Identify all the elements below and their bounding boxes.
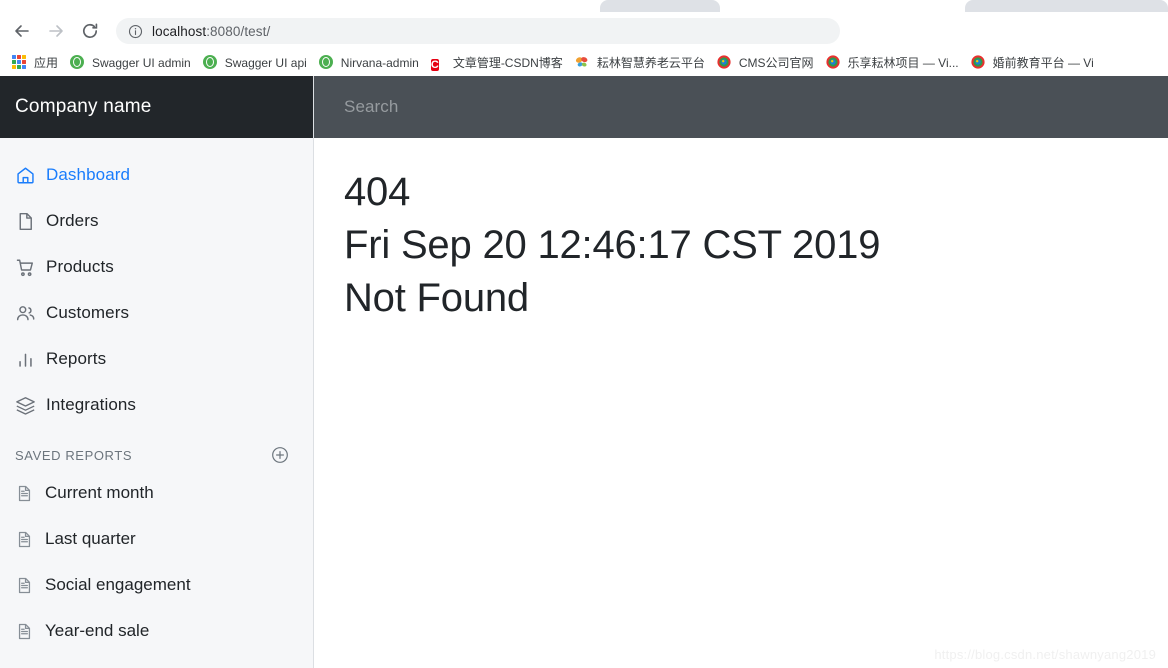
- saved-reports-heading: SAVED REPORTS: [15, 447, 133, 463]
- browser-chrome: localhost:8080/test/ 应用 Swagger UI admin…: [0, 0, 1168, 76]
- sidebar: Company name Dashboard Orders Products C…: [0, 76, 314, 668]
- browser-tab-partial-left[interactable]: [600, 0, 720, 12]
- people-icon: [14, 302, 36, 324]
- error-timestamp: Fri Sep 20 12:46:17 CST 2019: [344, 222, 881, 267]
- saved-report-label: Current month: [45, 483, 154, 502]
- file-icon: [14, 210, 36, 232]
- main-area: Search 404 Fri Sep 20 12:46:17 CST 2019 …: [314, 76, 1168, 668]
- bookmark-label: CMS公司官网: [738, 56, 814, 70]
- sidebar-item-products[interactable]: Products: [0, 244, 313, 290]
- bookmark-label: Swagger UI admin: [92, 56, 191, 70]
- watermark: https://blog.csdn.net/shawnyang2019: [934, 647, 1156, 662]
- document-icon: [14, 529, 34, 549]
- bookmark-label: Swagger UI api: [224, 56, 307, 70]
- sidebar-item-label: Products: [46, 257, 114, 276]
- home-icon: [14, 164, 36, 186]
- reload-icon[interactable]: [76, 17, 104, 45]
- back-icon[interactable]: [8, 17, 36, 45]
- bookmark-swagger-ui-api[interactable]: Swagger UI api: [197, 52, 313, 74]
- layers-icon: [14, 394, 36, 416]
- bookmark-label: 应用: [34, 56, 59, 70]
- bar-chart-icon: [14, 348, 36, 370]
- saved-report-label: Social engagement: [45, 575, 191, 594]
- saved-reports-header: SAVED REPORTS: [0, 428, 313, 470]
- shopping-cart-icon: [14, 256, 36, 278]
- sidebar-header: Company name: [0, 76, 313, 138]
- sidebar-item-dashboard[interactable]: Dashboard: [0, 152, 313, 198]
- globe-icon: [717, 55, 733, 71]
- apps-grid-icon: [12, 55, 28, 71]
- bookmark-label: 乐享耘林项目 — Vi...: [847, 56, 959, 70]
- brand-name: Company name: [15, 96, 152, 117]
- bookmark-nirvana-admin[interactable]: Nirvana-admin: [313, 52, 425, 74]
- swagger-icon: [318, 55, 335, 71]
- error-content: 404 Fri Sep 20 12:46:17 CST 2019 Not Fou…: [314, 138, 1168, 668]
- globe-icon: [825, 55, 842, 71]
- bookmark-label: 婚前教育平台 — Vi: [992, 56, 1094, 70]
- csdn-icon: C: [430, 59, 439, 71]
- bookmark-cms-site[interactable]: CMS公司官网: [711, 52, 820, 74]
- bookmark-label: Nirvana-admin: [340, 56, 419, 70]
- sidebar-item-label: Reports: [46, 349, 107, 368]
- url-path: :8080/test/: [206, 23, 271, 39]
- sidebar-item-integrations[interactable]: Integrations: [0, 382, 313, 428]
- swagger-icon: [202, 55, 219, 71]
- saved-report-social-engagement[interactable]: Social engagement: [0, 562, 313, 608]
- sidebar-item-label: Integrations: [46, 395, 137, 414]
- browser-tab-partial-right[interactable]: [965, 0, 1168, 12]
- saved-report-last-quarter[interactable]: Last quarter: [0, 516, 313, 562]
- bookmark-hunqian-platform[interactable]: 婚前教育平台 — Vi: [965, 52, 1100, 74]
- bookmark-label: 文章管理-CSDN博客: [452, 56, 563, 70]
- sidebar-item-orders[interactable]: Orders: [0, 198, 313, 244]
- saved-report-year-end-sale[interactable]: Year-end sale: [0, 608, 313, 654]
- saved-report-label: Last quarter: [45, 529, 136, 548]
- browser-tabstrip[interactable]: [0, 0, 1168, 12]
- plus-circle-icon[interactable]: [271, 446, 289, 464]
- sidebar-item-reports[interactable]: Reports: [0, 336, 313, 382]
- document-icon: [14, 621, 34, 641]
- error-status-code: 404: [344, 170, 411, 214]
- sidebar-item-label: Customers: [46, 303, 130, 322]
- address-bar-url: localhost:8080/test/: [152, 24, 270, 39]
- bookmarks-bar: 应用 Swagger UI admin Swagger UI api Nirva…: [0, 50, 1168, 76]
- saved-reports-list: Current month Last quarter Social engage…: [0, 470, 313, 654]
- address-bar[interactable]: localhost:8080/test/: [116, 18, 840, 44]
- error-message: Not Found: [344, 275, 529, 320]
- bookmark-label: 耘林智慧养老云平台: [596, 56, 705, 70]
- swagger-icon: [70, 55, 86, 71]
- top-search-bar[interactable]: Search: [314, 76, 1168, 138]
- bookmark-swagger-ui-admin[interactable]: Swagger UI admin: [64, 52, 197, 74]
- info-circle-icon[interactable]: [128, 24, 143, 39]
- url-host: localhost: [152, 23, 207, 39]
- saved-report-label: Year-end sale: [45, 621, 150, 640]
- document-icon: [14, 575, 34, 595]
- bookmark-apps[interactable]: 应用: [6, 52, 64, 74]
- document-icon: [14, 483, 34, 503]
- bookmark-csdn-blog[interactable]: C 文章管理-CSDN博客: [425, 52, 569, 74]
- search-input[interactable]: Search: [344, 97, 398, 117]
- butterfly-icon: [575, 55, 591, 71]
- sidebar-item-customers[interactable]: Customers: [0, 290, 313, 336]
- saved-report-current-month[interactable]: Current month: [0, 470, 313, 516]
- sidebar-item-label: Orders: [46, 211, 99, 230]
- app-container: Company name Dashboard Orders Products C…: [0, 76, 1168, 668]
- bookmark-lexiang-project[interactable]: 乐享耘林项目 — Vi...: [820, 52, 965, 74]
- bookmark-yunlin-platform[interactable]: 耘林智慧养老云平台: [569, 52, 711, 74]
- browser-toolbar: localhost:8080/test/: [0, 12, 1168, 50]
- sidebar-nav: Dashboard Orders Products Customers Repo…: [0, 138, 313, 428]
- globe-icon: [971, 55, 987, 71]
- sidebar-item-label: Dashboard: [46, 165, 131, 184]
- forward-icon[interactable]: [42, 17, 70, 45]
